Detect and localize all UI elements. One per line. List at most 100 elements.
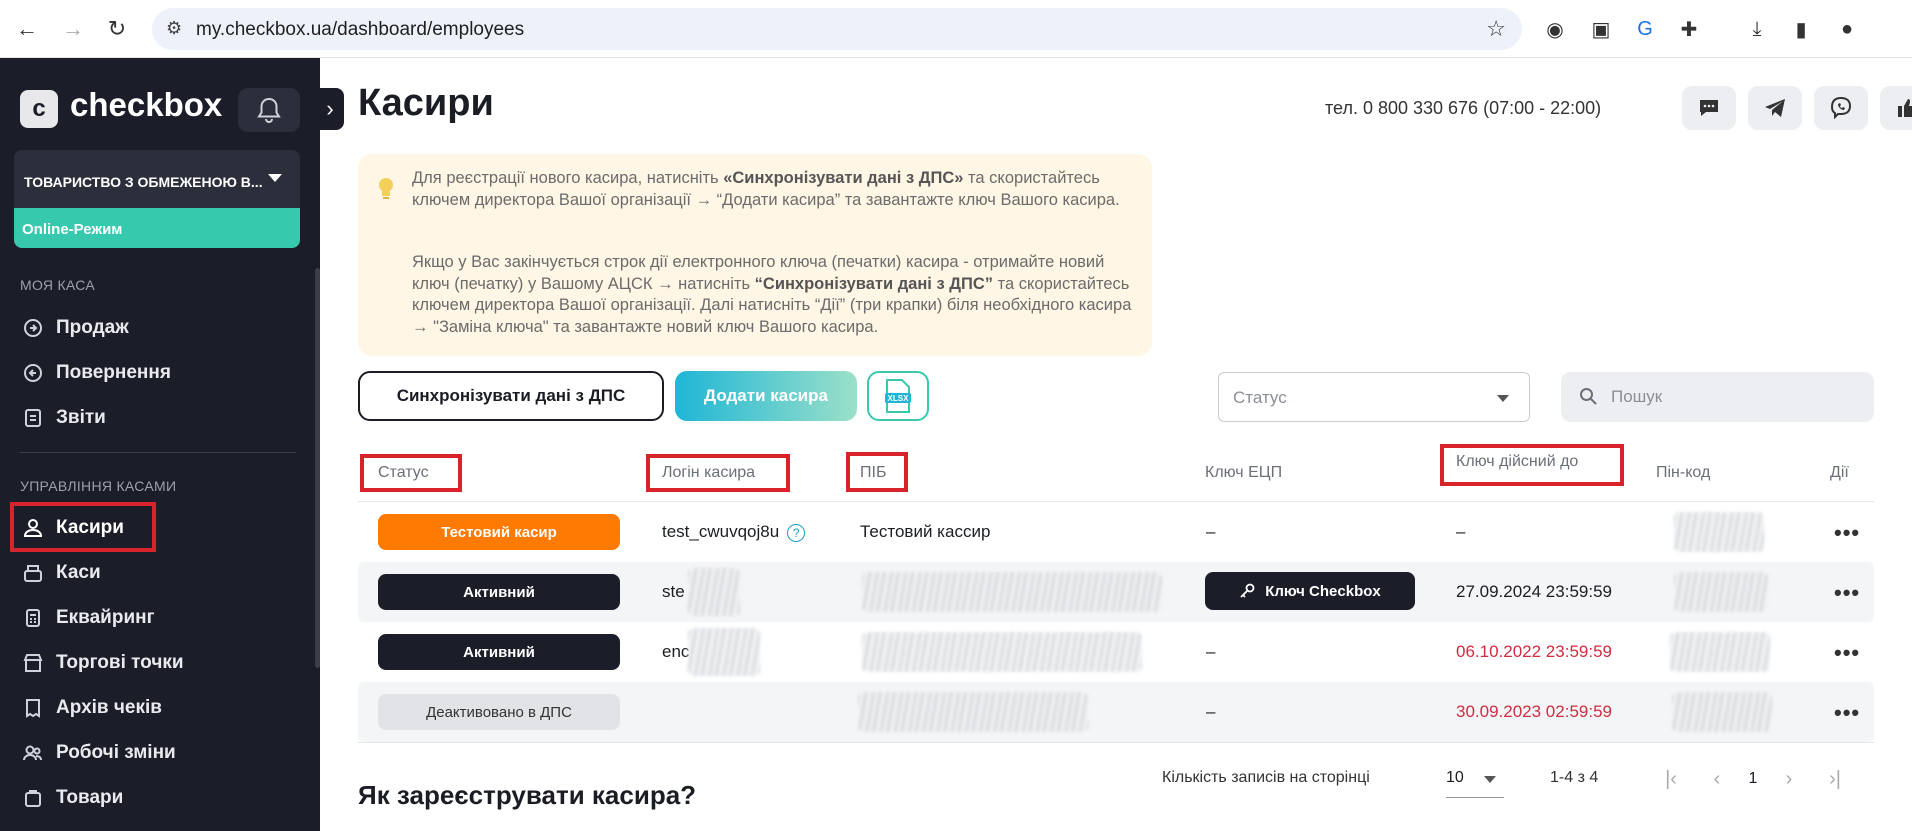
add-cashier-button[interactable]: Додати касира — [675, 371, 857, 421]
profile-avatar-icon[interactable]: ● — [1832, 14, 1862, 44]
address-bar[interactable]: ⚙ my.checkbox.ua/dashboard/employees ☆ — [152, 8, 1522, 50]
extension-planet-icon[interactable]: ◉ — [1540, 14, 1570, 44]
cart-icon — [20, 315, 46, 341]
login-blurred — [688, 568, 740, 616]
viber-button[interactable] — [1814, 86, 1868, 130]
chat-button[interactable] — [1682, 86, 1736, 130]
sidebar-item-stores[interactable]: Торгові точки — [20, 645, 184, 681]
key-valid-until-expired: 30.09.2023 02:59:59 — [1456, 702, 1612, 721]
sidebar-item-label: Товари — [56, 787, 124, 808]
row-actions-more-icon[interactable]: ••• — [1834, 640, 1860, 666]
key-valid-until: – — [1456, 522, 1466, 541]
current-page[interactable]: 1 — [1738, 764, 1768, 794]
sidebar-item-goods[interactable]: Товари — [20, 780, 123, 816]
table-row[interactable]: Активний ste Ключ Checkbox 27.09.2024 23… — [358, 562, 1874, 622]
page-title: Касири — [358, 82, 494, 124]
sidebar-divider — [20, 452, 296, 453]
status-badge: Активний — [378, 634, 620, 670]
status-badge: Тестовий касир — [378, 514, 620, 550]
info-text-1: Для реєстрації нового касира, натисніть … — [412, 169, 1120, 209]
highlight-box-login-header — [646, 454, 790, 492]
checkbox-key-button[interactable]: Ключ Checkbox — [1205, 572, 1415, 610]
organization-selector[interactable]: ТОВАРИСТВО З ОБМЕЖЕНОЮ В... — [14, 150, 300, 214]
pin-code-blurred — [1674, 572, 1768, 612]
rows-per-page-value: 10 — [1446, 769, 1464, 786]
return-icon — [20, 360, 46, 386]
export-xlsx-button[interactable]: XLSX — [867, 371, 929, 421]
table-row[interactable]: Деактивовано в ДПС – 30.09.2023 02:59:59… — [358, 682, 1874, 742]
receipt-archive-icon — [20, 695, 46, 721]
xlsx-file-icon: XLSX — [885, 379, 911, 413]
reload-icon[interactable]: ↻ — [102, 14, 132, 44]
cashier-full-name: Тестовий кассир — [860, 522, 991, 541]
chat-icon — [1700, 100, 1718, 116]
collapse-sidebar-chevron-icon[interactable]: › — [316, 88, 344, 130]
prev-page-icon[interactable]: ‹ — [1702, 764, 1732, 794]
feedback-like-button[interactable] — [1880, 86, 1912, 130]
site-info-icon[interactable]: ⚙ — [166, 18, 182, 39]
status-badge: Деактивовано в ДПС — [378, 694, 620, 730]
row-actions-more-icon[interactable]: ••• — [1834, 700, 1860, 726]
forward-icon[interactable]: → — [58, 14, 88, 44]
online-mode-label: Online-Режим — [22, 221, 123, 238]
sidebar-item-sales[interactable]: Продаж — [20, 310, 129, 346]
sidebar-item-label: Торгові точки — [56, 652, 184, 673]
download-icon[interactable]: ⤓ — [1742, 14, 1772, 44]
first-page-icon[interactable]: |‹ — [1656, 764, 1686, 794]
status-filter-select[interactable]: Статус — [1218, 372, 1530, 422]
key-valid-until: 27.09.2024 23:59:59 — [1456, 582, 1612, 601]
column-header-pin[interactable]: Пін-код — [1656, 464, 1710, 482]
key-type: – — [1206, 642, 1216, 661]
full-name-blurred — [862, 572, 1162, 612]
column-header-key[interactable]: Ключ ЕЦП — [1205, 464, 1282, 482]
notifications-bell-icon[interactable] — [238, 88, 300, 132]
next-page-icon[interactable]: › — [1774, 764, 1804, 794]
row-actions-more-icon[interactable]: ••• — [1834, 520, 1860, 546]
main-content: Касири тел. 0 800 330 676 (07:00 - 22:00… — [320, 58, 1912, 831]
search-icon — [1579, 387, 1597, 410]
extensions-puzzle-icon[interactable]: ✚ — [1674, 14, 1704, 44]
search-input[interactable]: Пошук — [1561, 372, 1874, 422]
last-page-icon[interactable]: ›| — [1820, 764, 1850, 794]
login-blurred — [688, 628, 760, 676]
sidebar-item-acquiring[interactable]: Еквайринг — [20, 600, 155, 636]
sidebar-item-cash-registers[interactable]: Каси — [20, 555, 101, 591]
sidebar-item-label: Продаж — [56, 317, 129, 338]
row-actions-more-icon[interactable]: ••• — [1834, 580, 1860, 606]
chevron-down-icon — [1497, 395, 1509, 402]
status-badge: Активний — [378, 574, 620, 610]
sidebar-item-label: Робочі зміни — [56, 742, 176, 763]
sidebar-item-label: Звіти — [56, 407, 106, 428]
search-placeholder: Пошук — [1611, 387, 1663, 406]
online-mode-badge: Online-Режим — [14, 208, 300, 248]
translate-icon[interactable]: G — [1630, 14, 1660, 44]
logo-icon: c — [20, 90, 58, 128]
extension-dots-icon[interactable]: ▣ — [1586, 14, 1616, 44]
section-my-cash: МОЯ КАСА — [20, 277, 95, 293]
sidebar-item-receipt-archive[interactable]: Архів чеків — [20, 690, 162, 726]
url-text: my.checkbox.ua/dashboard/employees — [196, 19, 525, 40]
sidebar-item-returns[interactable]: Повернення — [20, 355, 171, 391]
back-icon[interactable]: ← — [12, 14, 42, 44]
sync-dps-button[interactable]: Синхронізувати дані з ДПС — [358, 371, 664, 421]
sidebar-item-reports[interactable]: Звіти — [20, 400, 106, 436]
rows-per-page-select[interactable]: 10 — [1446, 762, 1504, 798]
cashier-login: enc — [662, 642, 690, 661]
section-cash-management: УПРАВЛІННЯ КАСАМИ — [20, 478, 177, 494]
cash-register-icon — [20, 560, 46, 586]
sidebar-item-shifts[interactable]: Робочі зміни — [20, 735, 176, 771]
help-question-icon[interactable]: ? — [787, 523, 806, 542]
svg-text:XLSX: XLSX — [888, 394, 910, 403]
table-row[interactable]: Активний enc – 06.10.2022 23:59:59 ••• — [358, 622, 1874, 682]
pagination-range: 1-4 з 4 — [1550, 769, 1599, 786]
highlight-box-valid-until-header — [1440, 444, 1624, 486]
pin-code-blurred — [1670, 632, 1770, 672]
bookmark-star-icon[interactable]: ☆ — [1486, 16, 1506, 42]
telegram-button[interactable] — [1748, 86, 1802, 130]
sidebar-item-label: Еквайринг — [56, 607, 155, 628]
key-icon — [1240, 583, 1255, 598]
side-panel-icon[interactable]: ▮ — [1786, 14, 1816, 44]
lightbulb-icon — [376, 176, 396, 207]
pin-code-blurred — [1674, 512, 1764, 552]
table-row[interactable]: Тестовий касир test_cwuvqoj8u? Тестовий … — [358, 502, 1874, 562]
